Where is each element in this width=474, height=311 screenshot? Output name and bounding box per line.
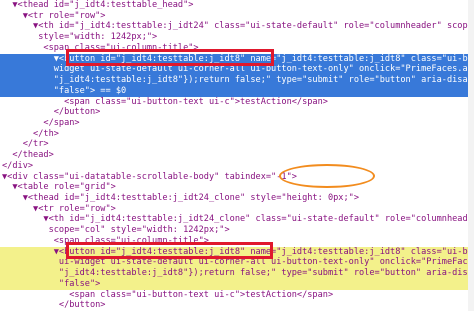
dom-node-line[interactable]: ▼<thead id="j_idt4:testtable_head"> bbox=[0, 0, 474, 11]
dom-node-text: </th> bbox=[2, 128, 59, 139]
dom-node-text: ▼<tr role="row"> bbox=[2, 203, 116, 214]
dom-node-text: "j_idt4:testtable:j_idt8"});return false… bbox=[2, 75, 474, 86]
dom-node-line[interactable]: "j_idt4:testtable:j_idt8"});return false… bbox=[0, 75, 474, 87]
dom-node-line[interactable]: ▼<th id="j_idt4:testtable:j_idt24" class… bbox=[0, 21, 474, 32]
dom-node-line[interactable]: <span class="ui-button-text ui-c">testAc… bbox=[0, 97, 474, 108]
dom-node-line[interactable]: </button> bbox=[0, 107, 474, 118]
dom-node-line[interactable]: </span> bbox=[0, 118, 474, 129]
dom-node-line[interactable]: ▼<tr role="row"> bbox=[0, 204, 474, 215]
dom-node-line[interactable]: ▼<div class="ui-datatable-scrollable-bod… bbox=[0, 172, 474, 183]
dom-node-line[interactable]: </tr> bbox=[0, 139, 474, 150]
dom-node-text: "false"> == $0 bbox=[2, 85, 127, 96]
dom-node-text: </span> bbox=[2, 117, 80, 128]
dom-node-line[interactable]: ▼<thead id="j_idt4:testtable:j_idt24_clo… bbox=[0, 193, 474, 204]
dom-node-line[interactable]: </button> bbox=[0, 300, 474, 311]
dom-node-line[interactable]: ui-widget ui-state-default ui-corner-all… bbox=[0, 257, 474, 269]
dom-node-text: ▼<table role="grid"> bbox=[2, 182, 116, 193]
dom-node-text: <span class="ui-button-text ui-c">testAc… bbox=[2, 289, 334, 300]
dom-node-line[interactable]: "j_idt4:testtable:j_idt8"});return false… bbox=[0, 268, 474, 280]
dom-node-text: "j_idt4:testtable:j_idt8"});return false… bbox=[2, 268, 474, 279]
dom-node-text: style="width: 1242px;"> bbox=[2, 32, 158, 43]
dom-node-text: <span class="ui-button-text ui-c">testAc… bbox=[2, 96, 328, 107]
dom-node-line[interactable]: ▼<th id="j_idt4:testtable:j_idt24_clone"… bbox=[0, 214, 474, 225]
dom-node-text: scope="col" style="width: 1242px;"> bbox=[2, 225, 230, 236]
dom-node-text: </button> bbox=[2, 300, 106, 311]
orange-highlight-ellipse bbox=[279, 164, 375, 188]
dom-node-line[interactable]: </div> bbox=[0, 161, 474, 172]
dom-node-text: </button> bbox=[2, 107, 101, 118]
dom-node-text: </tr> bbox=[2, 139, 49, 150]
red-highlight-box-bottom bbox=[66, 242, 273, 259]
dom-node-line[interactable]: "false"> bbox=[0, 278, 474, 290]
dom-node-text: ▼<div class="ui-datatable-scrollable-bod… bbox=[2, 171, 297, 182]
dom-node-line[interactable]: </thead> bbox=[0, 150, 474, 161]
dom-node-text: ▼<tr role="row"> bbox=[2, 10, 106, 21]
dom-node-text: ▼<thead id="j_idt4:testtable_head"> bbox=[2, 0, 194, 10]
red-highlight-box-top bbox=[66, 49, 274, 66]
dom-node-line[interactable]: scope="col" style="width: 1242px;"> bbox=[0, 225, 474, 236]
dom-node-text: </thead> bbox=[2, 150, 54, 161]
dom-node-text: ui-widget ui-state-default ui-corner-all… bbox=[2, 257, 474, 268]
dom-node-text: ▼<th id="j_idt4:testtable:j_idt24_clone"… bbox=[2, 214, 474, 225]
dom-node-line[interactable]: <span class="ui-button-text ui-c">testAc… bbox=[0, 290, 474, 301]
dom-node-text: </div> bbox=[2, 160, 34, 171]
dom-node-line[interactable]: style="width: 1242px;"> bbox=[0, 32, 474, 43]
scrollbar[interactable] bbox=[468, 0, 474, 311]
dom-node-line[interactable]: "false"> == $0 bbox=[0, 85, 474, 97]
dom-node-text: ▼<thead id="j_idt4:testtable:j_idt24_clo… bbox=[2, 193, 359, 204]
dom-node-line[interactable]: </th> bbox=[0, 129, 474, 140]
dom-node-line[interactable]: ▼<tr role="row"> bbox=[0, 11, 474, 22]
dom-node-line[interactable]: ▼<table role="grid"> bbox=[0, 182, 474, 193]
dom-node-text: "false"> bbox=[2, 278, 101, 289]
dom-node-text: ▼<th id="j_idt4:testtable:j_idt24" class… bbox=[2, 21, 474, 32]
